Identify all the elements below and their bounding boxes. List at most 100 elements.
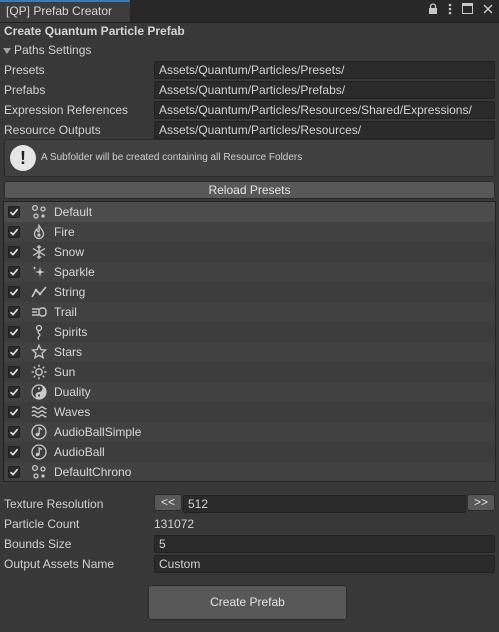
particle-count-value: 131072 [154,517,195,531]
window-title-bar: [QP] Prefab Creator [0,0,499,23]
info-help-box: ! A Subfolder will be created containing… [4,139,495,177]
lock-icon[interactable] [428,3,438,18]
preset-checkbox[interactable] [8,346,20,358]
window-tab[interactable]: [QP] Prefab Creator [0,0,130,22]
checkmark-icon [9,368,19,376]
preset-checkbox[interactable] [8,206,20,218]
presets-path-row: Presets Assets/Quantum/Particles/Presets… [0,60,499,80]
list-item[interactable]: AudioBallSimple [4,422,495,442]
checkmark-icon [9,328,19,336]
waves-icon [29,404,49,420]
output-name-row: Output Assets Name Custom [0,554,499,574]
preset-name: Spirits [54,325,88,339]
presets-path-label: Presets [4,63,45,77]
music-note-circle-icon [29,424,49,440]
prefabs-path-row: Prefabs Assets/Quantum/Particles/Prefabs… [0,80,499,100]
sparkle-icon [29,264,49,280]
close-icon[interactable] [483,3,493,18]
fire-icon [29,224,49,240]
bounds-size-label: Bounds Size [4,537,72,551]
chevron-down-icon [3,48,11,54]
list-item[interactable]: Stars [4,342,495,362]
list-item[interactable]: DefaultChrono [4,462,495,481]
checkmark-icon [9,248,19,256]
music-note-circle-icon [29,444,49,460]
preset-checkbox[interactable] [8,326,20,338]
preset-name: AudioBall [54,445,105,459]
resolution-decrease-button[interactable]: << [154,494,182,511]
checkmark-icon [9,228,19,236]
preset-list: Default Fire Snow Sparkle String Trail Spirits… [3,201,496,482]
list-item[interactable]: Fire [4,222,495,242]
resolution-increase-button[interactable]: >> [467,494,495,511]
preset-checkbox[interactable] [8,306,20,318]
list-item[interactable]: Sparkle [4,262,495,282]
list-item[interactable]: AudioBall [4,442,495,462]
preset-checkbox[interactable] [8,266,20,278]
preset-name: Duality [54,385,91,399]
list-item[interactable]: Spirits [4,322,495,342]
preset-name: DefaultChrono [54,465,132,479]
list-item[interactable]: Trail [4,302,495,322]
help-message: A Subfolder will be created containing a… [41,152,303,163]
prefabs-path-label: Prefabs [4,83,46,97]
preset-name: Trail [54,305,77,319]
list-item[interactable]: Sun [4,362,495,382]
preset-checkbox[interactable] [8,246,20,258]
checkmark-icon [9,308,19,316]
preset-name: Default [54,205,93,219]
preset-checkbox[interactable] [8,226,20,238]
prefabs-path-field[interactable]: Assets/Quantum/Particles/Prefabs/ [154,81,495,99]
expression-references-field[interactable]: Assets/Quantum/Particles/Resources/Share… [154,101,495,119]
page-title: Create Quantum Particle Prefab [4,24,185,38]
list-item[interactable]: Waves [4,402,495,422]
line-graph-icon [29,284,49,300]
preset-name: Waves [54,405,91,419]
preset-checkbox[interactable] [8,286,20,298]
preset-checkbox[interactable] [8,386,20,398]
create-prefab-button[interactable]: Create Prefab [148,585,347,620]
texture-resolution-field[interactable]: 512 [183,495,466,513]
reload-presets-button[interactable]: Reload Presets [4,181,495,199]
snowflake-icon [29,244,49,260]
preset-checkbox[interactable] [8,406,20,418]
spirit-icon [29,324,49,340]
resource-outputs-row: Resource Outputs Assets/Quantum/Particle… [0,120,499,140]
preset-checkbox[interactable] [8,446,20,458]
trail-icon [29,304,49,320]
particle-count-label: Particle Count [4,517,80,531]
particles-icon [29,464,49,480]
resource-outputs-label: Resource Outputs [4,123,101,137]
checkmark-icon [9,288,19,296]
preset-name: Snow [54,245,85,259]
window-controls [428,3,493,18]
particles-icon [29,204,49,220]
yin-yang-icon [29,384,49,400]
preset-name: Sparkle [54,265,95,279]
bounds-size-field[interactable]: 5 [154,535,495,553]
expression-references-row: Expression References Assets/Quantum/Par… [0,100,499,120]
preset-checkbox[interactable] [8,466,20,478]
star-icon [29,344,49,360]
list-item[interactable]: Default [4,202,495,222]
preset-name: Sun [54,365,76,379]
particle-count-row: Particle Count 131072 [0,514,499,534]
maximize-icon[interactable] [462,3,473,18]
preset-name: Stars [54,345,83,359]
resource-outputs-field[interactable]: Assets/Quantum/Particles/Resources/ [154,121,495,139]
paths-settings-foldout[interactable]: Paths Settings [3,43,91,57]
output-name-field[interactable]: Custom [154,555,495,573]
presets-path-field[interactable]: Assets/Quantum/Particles/Presets/ [154,61,495,79]
texture-resolution-label: Texture Resolution [4,497,104,511]
checkmark-icon [9,208,19,216]
list-item[interactable]: Duality [4,382,495,402]
list-item[interactable]: Snow [4,242,495,262]
checkmark-icon [9,408,19,416]
foldout-label: Paths Settings [14,43,92,57]
preset-checkbox[interactable] [8,426,20,438]
bounds-size-row: Bounds Size 5 [0,534,499,554]
preset-checkbox[interactable] [8,366,20,378]
more-options-icon[interactable] [448,3,452,18]
list-item[interactable]: String [4,282,495,302]
checkmark-icon [9,348,19,356]
